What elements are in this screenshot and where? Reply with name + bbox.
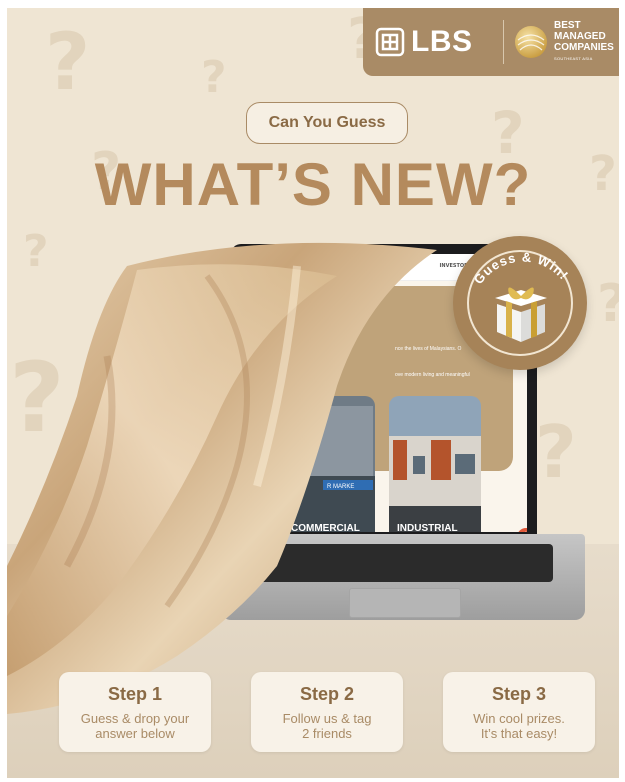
question-mark-decoration: ?	[45, 18, 91, 108]
step-description: Guess & drop your answer below	[80, 711, 190, 741]
step-card-3: Step 3 Win cool prizes. It’s that easy!	[443, 672, 595, 752]
step-card-1: Step 1 Guess & drop your answer below	[59, 672, 211, 752]
scroll-to-top-button[interactable]: ↑	[517, 528, 527, 532]
brand-header: LBS BEST MANAGED COMPANIES SOUTHEAST ASI…	[363, 8, 619, 76]
step-title: Step 3	[491, 684, 547, 704]
award-text: BEST MANAGED COMPANIES SOUTHEAST ASIA	[554, 20, 614, 61]
question-mark-decoration: ?	[201, 52, 227, 103]
can-you-guess-pill: Can You Guess	[246, 102, 408, 144]
satin-cloth-cover	[7, 242, 437, 714]
badge-curved-text: Guess & Win!	[471, 249, 572, 342]
svg-text:Guess & Win!: Guess & Win!	[471, 249, 572, 287]
step-description: Win cool prizes. It’s that easy!	[473, 711, 565, 741]
gift-box-icon	[495, 287, 547, 342]
lbs-logo-text: LBS	[411, 25, 473, 58]
question-mark-decoration: ?	[535, 410, 577, 494]
best-managed-companies-award: BEST MANAGED COMPANIES SOUTHEAST ASIA	[514, 20, 614, 64]
step-title: Step 1	[107, 684, 163, 704]
promo-poster: ? ? ? ? ? ? ? ? ? ? LBS	[7, 8, 619, 778]
step-description: Follow us & tag 2 friends	[282, 711, 372, 741]
page-title: WHAT’S NEW?	[94, 151, 532, 218]
question-mark-decoration: ?	[597, 278, 619, 330]
lbs-logo-icon	[375, 27, 405, 57]
award-globe-icon	[515, 26, 547, 58]
step-title: Step 2	[299, 684, 355, 704]
brand-divider	[503, 20, 504, 64]
step-card-2: Step 2 Follow us & tag 2 friends	[251, 672, 403, 752]
lbs-logo: LBS	[363, 25, 493, 59]
guess-and-win-badge: Guess & Win!	[453, 236, 587, 370]
